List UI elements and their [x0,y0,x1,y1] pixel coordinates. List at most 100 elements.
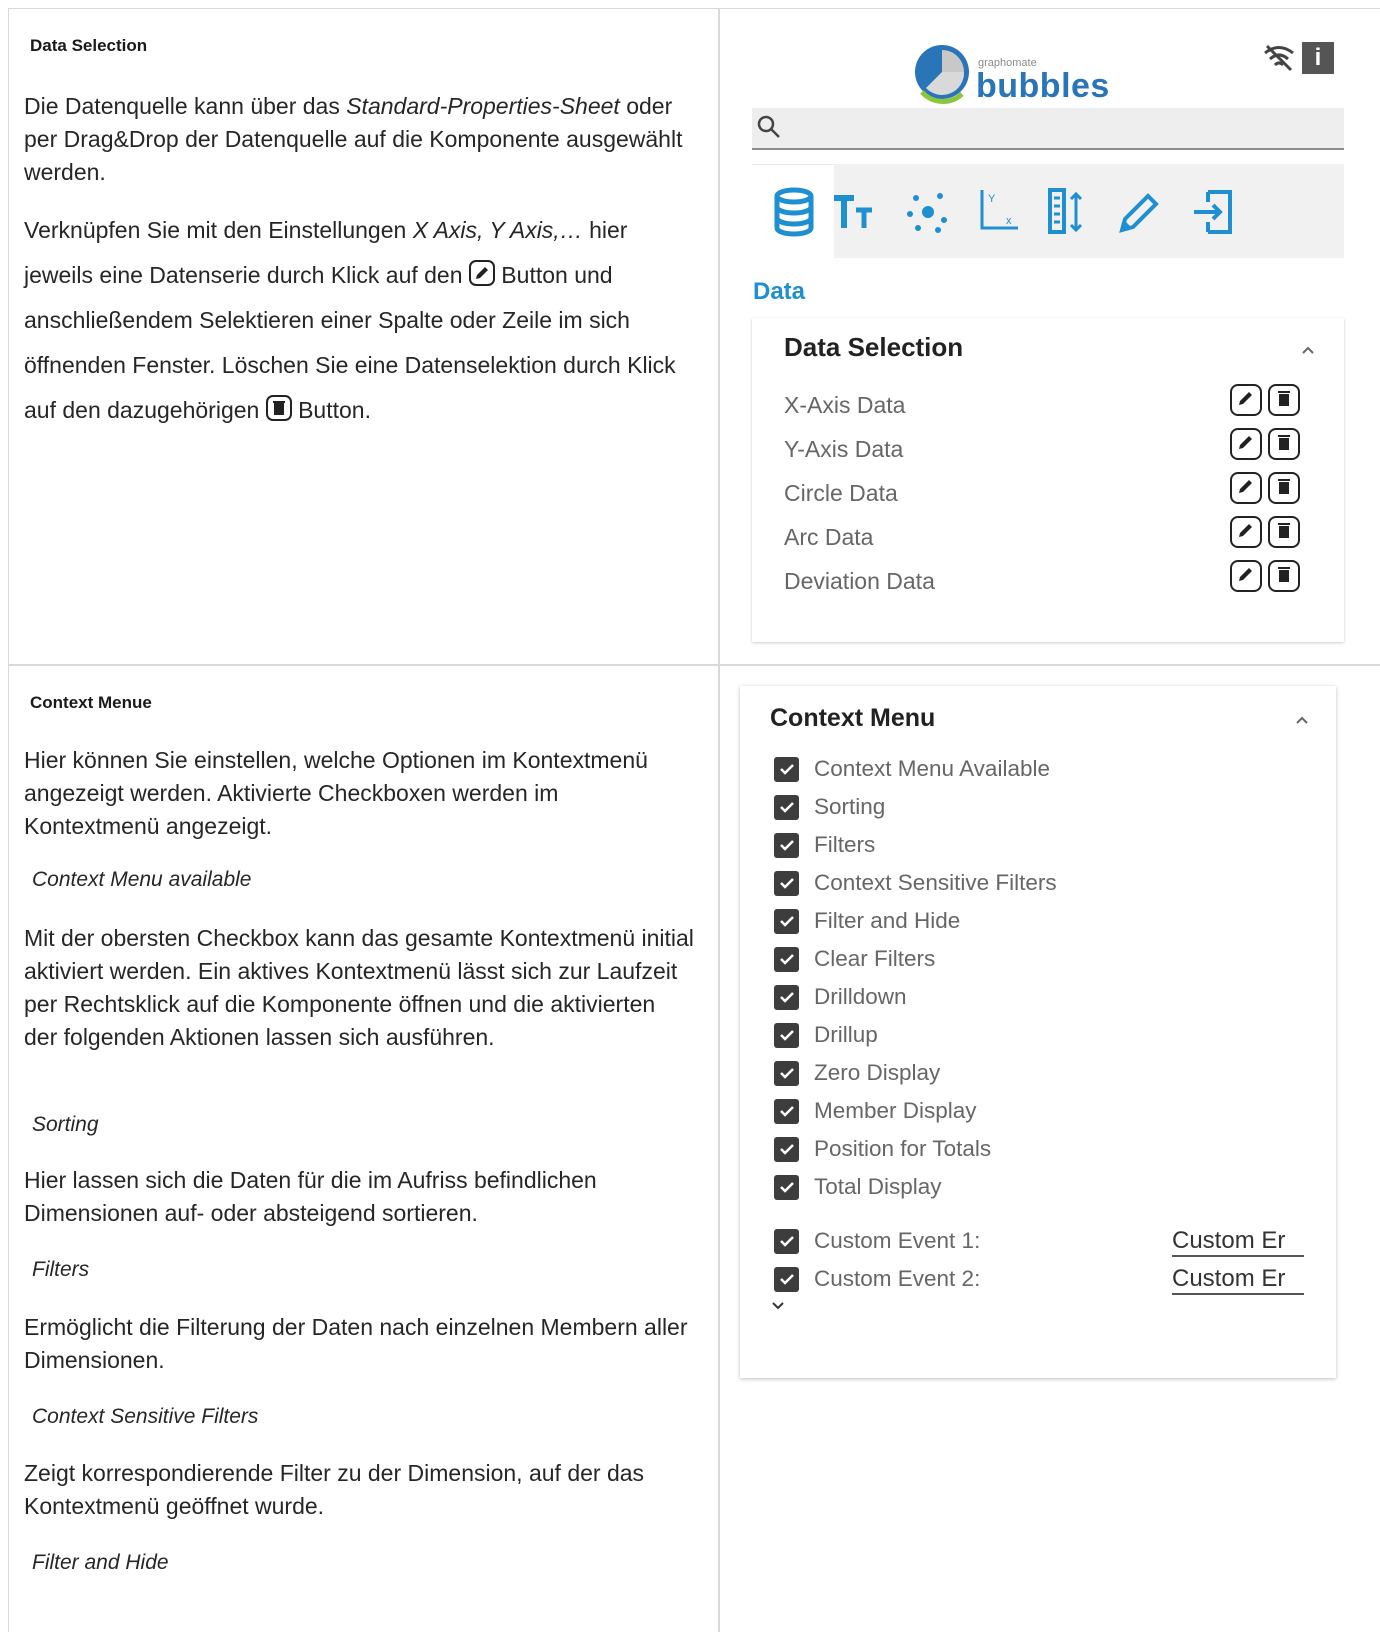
data-selection-card: Data Selection X-Axis Data Y-Axis Data C… [752,318,1344,642]
checkbox-clear-filters[interactable]: Clear Filters [774,946,935,972]
edit-button[interactable] [1230,384,1262,416]
checkbox-position-for-totals[interactable]: Position for Totals [774,1136,991,1162]
edit-button[interactable] [1230,472,1262,504]
context-menu-available-text: Mit der obersten Checkbox kann das gesam… [24,925,694,1050]
delete-button[interactable] [1268,428,1300,460]
checkbox-sorting[interactable]: Sorting [774,794,885,820]
checkbox-context-menu-available[interactable]: Context Menu Available [774,756,1050,782]
data-section-header: Data [753,278,806,305]
checkbox-filter-and-hide[interactable]: Filter and Hide [774,908,960,934]
checkbox[interactable] [774,1228,799,1254]
checkbox[interactable] [774,946,799,972]
data-row-actions [1230,516,1300,548]
data-selection-card-title: Data Selection [784,332,964,362]
checkbox[interactable] [774,1022,799,1048]
logo-title: bubbles [976,67,1110,105]
no-signal-icon[interactable] [1262,44,1296,77]
checkbox-total-display[interactable]: Total Display [774,1174,942,1200]
trash-icon [1275,433,1293,456]
data-selection-paragraph-1: Die Datenquelle kann über das Standard-P… [24,93,683,185]
database-icon[interactable] [766,184,822,240]
checkbox-label: Drillup [814,1022,878,1047]
pencil-icon [468,256,495,286]
table-border-top [8,8,1380,9]
trash-icon [1275,521,1293,544]
checkbox-zero-display[interactable]: Zero Display [774,1060,940,1086]
checkbox-custom-event-2[interactable]: Custom Event 2: [774,1266,980,1292]
checkbox[interactable] [774,1174,799,1200]
data-row-label: Y-Axis Data [784,436,904,462]
checkbox-member-display[interactable]: Member Display [774,1098,977,1124]
delete-button[interactable] [1268,560,1300,592]
svg-text:Y: Y [988,193,996,205]
context-sensitive-filters-text: Zeigt korrespondierende Filter zu der Di… [24,1460,645,1519]
custom-event-2-input[interactable]: Custom Er [1172,1265,1304,1295]
chevron-up-icon[interactable] [1300,342,1316,358]
checkbox[interactable] [774,794,799,820]
pencil-icon [1237,521,1255,544]
delete-button[interactable] [1268,472,1300,504]
filters-text: Ermöglicht die Filterung der Daten nach … [24,1314,688,1373]
checkbox[interactable] [774,1136,799,1162]
edit-button[interactable] [1230,560,1262,592]
pencil-icon[interactable] [1112,184,1168,240]
subhead-context-menu-available: Context Menu available [32,868,252,891]
data-row-actions [1230,560,1300,592]
trash-icon [1275,389,1293,412]
checkbox-label: Sorting [814,794,886,819]
custom-event-1-input[interactable]: Custom Er [1172,1227,1304,1257]
subhead-filter-and-hide: Filter and Hide [32,1551,169,1574]
trash-icon [265,391,292,421]
checkbox-label: Context Sensitive Filters [814,870,1057,895]
checkbox-label: Total Display [814,1174,942,1199]
info-icon[interactable]: i [1302,42,1334,74]
checkbox-label: Drilldown [814,984,907,1009]
data-row-label: Circle Data [784,480,898,506]
scale-icon[interactable] [1040,184,1096,240]
export-icon[interactable] [1186,184,1242,240]
data-row-actions [1230,472,1300,504]
checkbox-drilldown[interactable]: Drilldown [774,984,907,1010]
checkbox[interactable] [774,1266,799,1292]
pencil-icon [1237,477,1255,500]
subhead-filters: Filters [32,1258,90,1281]
checkbox[interactable] [774,984,799,1010]
checkbox[interactable] [774,870,799,896]
data-selection-heading: Data Selection [30,36,148,55]
delete-button[interactable] [1268,516,1300,548]
checkbox[interactable] [774,1060,799,1086]
checkbox-label: Custom Event 1: [814,1228,981,1253]
data-selection-paragraph-2: Verknüpfen Sie mit den Einstellungen X A… [24,217,676,423]
chevron-up-icon[interactable] [1294,712,1310,728]
checkbox-filters[interactable]: Filters [774,832,875,858]
table-border-left [8,8,9,1632]
checkbox-label: Context Menu Available [814,756,1050,781]
table-border-middle [8,664,1380,666]
data-row-label: Deviation Data [784,568,935,594]
chevron-down-icon[interactable] [770,1298,786,1314]
bubble-chart-icon[interactable] [900,184,956,240]
checkbox[interactable] [774,832,799,858]
checkbox-custom-event-1[interactable]: Custom Event 1: [774,1228,980,1254]
pencil-icon [1237,433,1255,456]
checkbox-context-sensitive-filters[interactable]: Context Sensitive Filters [774,870,1057,896]
checkbox-drillup[interactable]: Drillup [774,1022,878,1048]
context-menue-heading: Context Menue [30,693,152,712]
pencil-icon [1237,389,1255,412]
checkbox-label: Filters [814,832,876,857]
context-menu-card-title: Context Menu [770,704,936,732]
typography-icon[interactable] [828,184,884,240]
checkbox-label: Custom Event 2: [814,1266,981,1291]
table-column-divider [718,8,720,1632]
search-input[interactable] [752,108,1344,150]
delete-button[interactable] [1268,384,1300,416]
checkbox-label: Position for Totals [814,1136,992,1161]
checkbox[interactable] [774,1098,799,1124]
edit-button[interactable] [1230,516,1262,548]
trash-icon [1275,565,1293,588]
axis-icon[interactable]: Yx [970,184,1026,240]
checkbox[interactable] [774,908,799,934]
checkbox[interactable] [774,756,799,782]
data-row-actions [1230,428,1300,460]
edit-button[interactable] [1230,428,1262,460]
